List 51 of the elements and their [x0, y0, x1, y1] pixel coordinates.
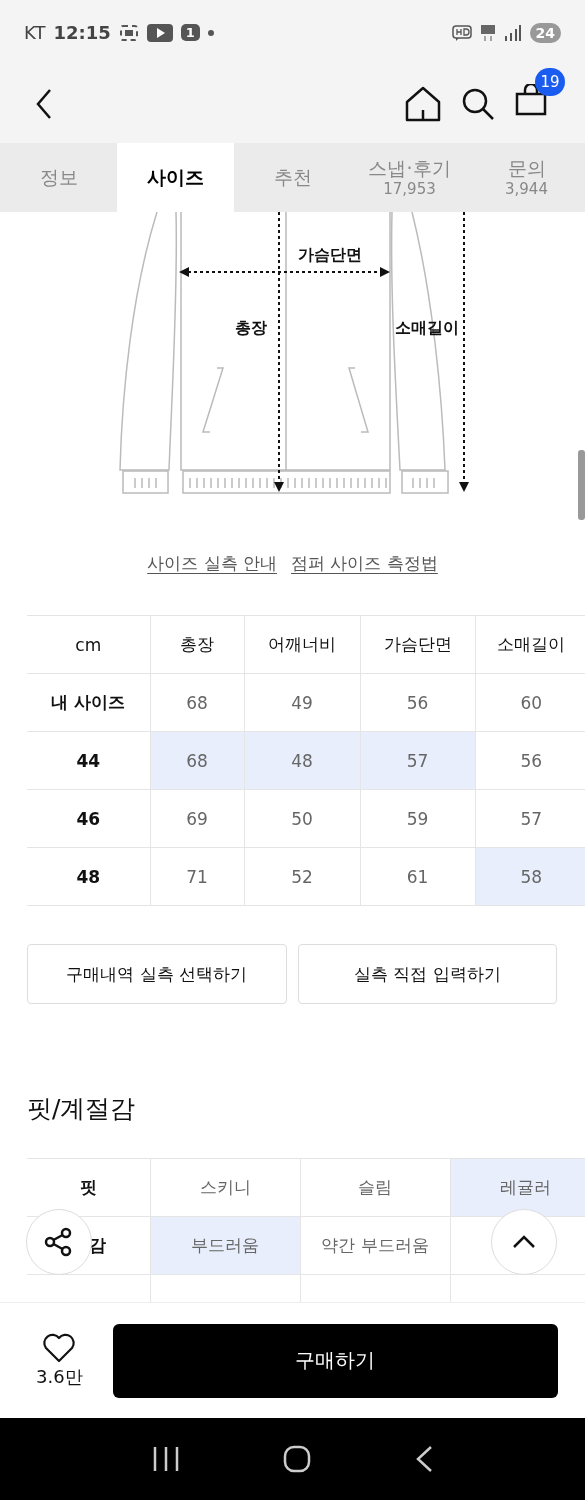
measure-button[interactable]: 실측 직접 입력하기: [297, 944, 557, 1004]
measurement-label: 가슴단면: [298, 245, 362, 264]
table-cell: 69: [150, 789, 244, 848]
dot-icon: [207, 29, 214, 36]
table-cell: 68: [150, 731, 244, 790]
row-label: 46: [27, 789, 150, 848]
measurement-label: 총장: [235, 318, 267, 337]
scrollbar: [578, 450, 585, 520]
screenshot-icon: [118, 23, 139, 42]
home-icon[interactable]: [405, 86, 441, 122]
table-cell: 59: [360, 789, 475, 848]
table-cell: 52: [244, 847, 360, 906]
table-cell: 50: [244, 789, 360, 848]
carrier-name: KT: [24, 22, 46, 43]
column-header: 어깨너비: [244, 615, 360, 674]
signal-icon: [503, 23, 522, 42]
play-icon: [146, 23, 173, 42]
column-header: 소매길이: [475, 615, 585, 674]
like-button[interactable]: 3.6만: [36, 1332, 83, 1389]
recent-apps-icon[interactable]: [151, 1445, 180, 1473]
column-header: 총장: [150, 615, 244, 674]
table-cell: 레귤러: [450, 1158, 585, 1217]
table-cell: 71: [150, 847, 244, 906]
buy-button[interactable]: 구매하기: [112, 1323, 558, 1398]
battery-level: 24: [529, 22, 561, 43]
column-header: 가슴단면: [360, 615, 475, 674]
measurement-label: 소매길이: [395, 318, 459, 337]
notification-badge: 1: [180, 24, 200, 41]
measure-button[interactable]: 구매내역 실측 선택하기: [27, 944, 287, 1004]
table-cell: 56: [475, 731, 585, 790]
table-cell: 부드러움: [150, 1216, 300, 1275]
back-icon[interactable]: [34, 88, 54, 120]
guide-link[interactable]: 사이즈 실측 안내: [147, 552, 277, 575]
table-cell: 60: [475, 673, 585, 732]
hd-icon: [451, 23, 472, 42]
row-label: 내 사이즈: [27, 673, 150, 732]
table-cell: 58: [475, 847, 585, 906]
row-label: 48: [27, 847, 150, 906]
search-icon[interactable]: [461, 87, 495, 121]
section-title: 핏/계절감: [27, 1093, 137, 1125]
home-button-icon[interactable]: [282, 1445, 311, 1473]
heart-icon: [42, 1332, 77, 1363]
share-icon: [44, 1227, 74, 1257]
column-header: cm: [27, 615, 150, 674]
table-cell: 약간 부드러움: [300, 1216, 450, 1275]
guide-link[interactable]: 점퍼 사이즈 측정법: [291, 552, 438, 575]
chevron-up-icon: [512, 1235, 536, 1249]
table-cell: 57: [360, 731, 475, 790]
table-cell: 48: [244, 731, 360, 790]
cart-count-badge: 19: [535, 68, 565, 96]
clock-time: 12:15: [53, 22, 111, 43]
